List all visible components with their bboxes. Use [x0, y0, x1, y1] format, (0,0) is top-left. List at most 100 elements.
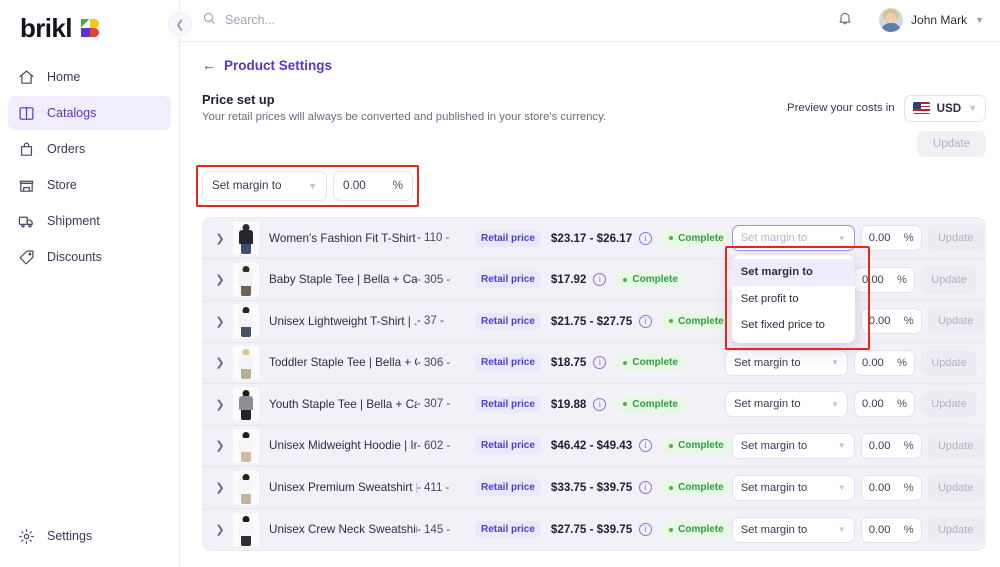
row-update-button[interactable]: Update [927, 516, 984, 543]
status-dot-icon [669, 319, 674, 324]
status-label: Complete [678, 315, 724, 327]
percent-symbol: % [392, 179, 403, 193]
sidebar-item-label: Home [47, 70, 81, 84]
status-dot-icon [669, 236, 674, 241]
percent-symbol: % [903, 232, 914, 245]
search-icon [202, 11, 216, 30]
row-mode-select[interactable]: Set margin to ▼ [731, 432, 855, 459]
info-icon[interactable]: i [639, 481, 653, 495]
row-mode-select[interactable]: Set margin to ▼ [731, 516, 855, 543]
sidebar-item-store[interactable]: Store [8, 168, 171, 202]
search-bar[interactable] [202, 11, 827, 30]
info-icon[interactable]: i [593, 397, 607, 411]
row-amount-field[interactable]: 0.00% [860, 516, 922, 543]
row-expand-toggle[interactable]: ❯ [207, 356, 233, 369]
product-code: - 110 - [417, 232, 450, 245]
dropdown-menu: Set margin to Set profit to Set fixed pric… [731, 255, 855, 343]
info-icon[interactable]: i [593, 273, 607, 287]
user-menu[interactable]: John Mark ▼ [879, 8, 984, 33]
sidebar-item-orders[interactable]: Orders [8, 132, 171, 166]
main-area: John Mark ▼ ← Product Settings Price set… [180, 0, 1000, 567]
row-expand-toggle[interactable]: ❯ [207, 439, 233, 452]
row-update-button[interactable]: Update [927, 308, 984, 335]
row-amount-value: 0.00 [868, 232, 891, 245]
info-icon[interactable]: i [639, 231, 653, 245]
row-update-button[interactable]: Update [921, 349, 977, 376]
sidebar-item-home[interactable]: Home [8, 60, 171, 94]
row-expand-toggle[interactable]: ❯ [207, 273, 233, 286]
info-icon[interactable]: i [639, 523, 653, 537]
table-row: ❯ Baby Staple Tee | Bella + Can...- 305 -… [203, 259, 985, 301]
row-update-button[interactable]: Update [921, 266, 977, 293]
product-thumbnail [233, 262, 259, 297]
row-update-button[interactable]: Update [921, 391, 977, 418]
row-amount-field[interactable]: 0.00% [860, 432, 922, 459]
row-price-control: Set margin to ▼ Set margin to Set profit to… [724, 225, 984, 351]
percent-symbol: % [897, 398, 907, 411]
row-expand-toggle[interactable]: ❯ [207, 315, 233, 328]
global-update-button[interactable]: Update [916, 130, 986, 157]
row-expand-toggle[interactable]: ❯ [207, 232, 233, 245]
product-name: Women's Fashion Fit T-Shirt ... [269, 231, 417, 245]
row-amount-field[interactable]: 0.00% [860, 474, 922, 501]
row-expand-toggle[interactable]: ❯ [207, 481, 233, 494]
info-icon[interactable]: i [593, 356, 607, 370]
row-amount-field[interactable]: 0.00% [854, 391, 915, 418]
row-expand-toggle[interactable]: ❯ [207, 398, 233, 411]
row-mode-select[interactable]: Set margin to ▼ [731, 225, 855, 252]
product-code: - 306 - [417, 356, 451, 369]
chevron-down-icon: ▼ [831, 358, 839, 368]
sidebar-item-shipment[interactable]: Shipment [8, 204, 171, 238]
chevron-down-icon: ▼ [831, 399, 839, 409]
retail-price-badge: Retail price [475, 395, 541, 413]
row-mode-select[interactable]: Set margin to ▼ [725, 391, 848, 418]
section-subtitle: Your retail prices will always be conver… [202, 110, 607, 123]
status-badge: Complete [615, 354, 686, 372]
brand-logo[interactable]: brikl [0, 0, 179, 44]
app-root: brikl Home Catalogs Orders Store Shipmen… [0, 0, 1000, 567]
info-icon[interactable]: i [639, 439, 653, 453]
row-update-button[interactable]: Update [927, 474, 984, 501]
row-mode-value: Set margin to [740, 439, 808, 452]
dropdown-option[interactable]: Set profit to [732, 286, 855, 313]
global-amount-field[interactable]: 0.00 % [333, 170, 413, 201]
chevron-down-icon: ▼ [968, 103, 977, 114]
product-price: $18.75 [550, 356, 587, 370]
row-amount-field[interactable]: 0.00% [854, 266, 915, 293]
currency-preview: Preview your costs in USD ▼ [787, 94, 986, 122]
retail-price-badge: Retail price [475, 354, 541, 372]
row-update-button[interactable]: Update [927, 432, 984, 459]
row-mode-select[interactable]: Set margin to ▼ [725, 349, 848, 376]
search-input[interactable] [225, 13, 525, 28]
info-icon[interactable]: i [639, 314, 653, 328]
chevron-down-icon: ▼ [837, 233, 846, 243]
row-amount-field[interactable]: 0.00% [860, 308, 922, 335]
sidebar-item-label: Store [47, 178, 77, 192]
row-amount-field[interactable]: 0.00% [860, 225, 922, 252]
status-dot-icon [669, 443, 674, 448]
sidebar-collapse-button[interactable]: ❮ [168, 12, 192, 36]
row-update-button[interactable]: Update [927, 225, 984, 252]
row-amount-value: 0.00 [862, 398, 884, 411]
notifications-button[interactable] [837, 10, 853, 31]
product-price: $27.75 - $39.75 [550, 523, 633, 537]
sidebar-item-discounts[interactable]: Discounts [8, 240, 171, 274]
store-icon [18, 177, 35, 194]
status-badge: Complete [661, 437, 732, 455]
back-to-product-settings[interactable]: ← Product Settings [202, 58, 986, 73]
dropdown-option[interactable]: Set fixed price to [732, 312, 855, 339]
sidebar-item-catalogs[interactable]: Catalogs [8, 96, 171, 130]
global-mode-select[interactable]: Set margin to ▼ [202, 170, 327, 201]
sidebar-item-settings[interactable]: Settings [8, 519, 171, 553]
table-row: ❯ Unisex Premium Sweatshirt | ... - 411 - R… [203, 467, 985, 509]
row-amount-field[interactable]: 0.00% [854, 349, 915, 376]
dropdown-option[interactable]: Set margin to [731, 259, 855, 286]
row-mode-value: Set margin to [740, 232, 808, 245]
product-price: $19.88 [550, 397, 587, 411]
status-dot-icon [669, 527, 674, 532]
currency-select[interactable]: USD ▼ [903, 94, 986, 122]
sidebar-item-label: Shipment [47, 214, 100, 228]
row-expand-toggle[interactable]: ❯ [207, 523, 233, 536]
tag-icon [18, 249, 35, 266]
row-mode-select[interactable]: Set margin to ▼ [731, 474, 855, 501]
